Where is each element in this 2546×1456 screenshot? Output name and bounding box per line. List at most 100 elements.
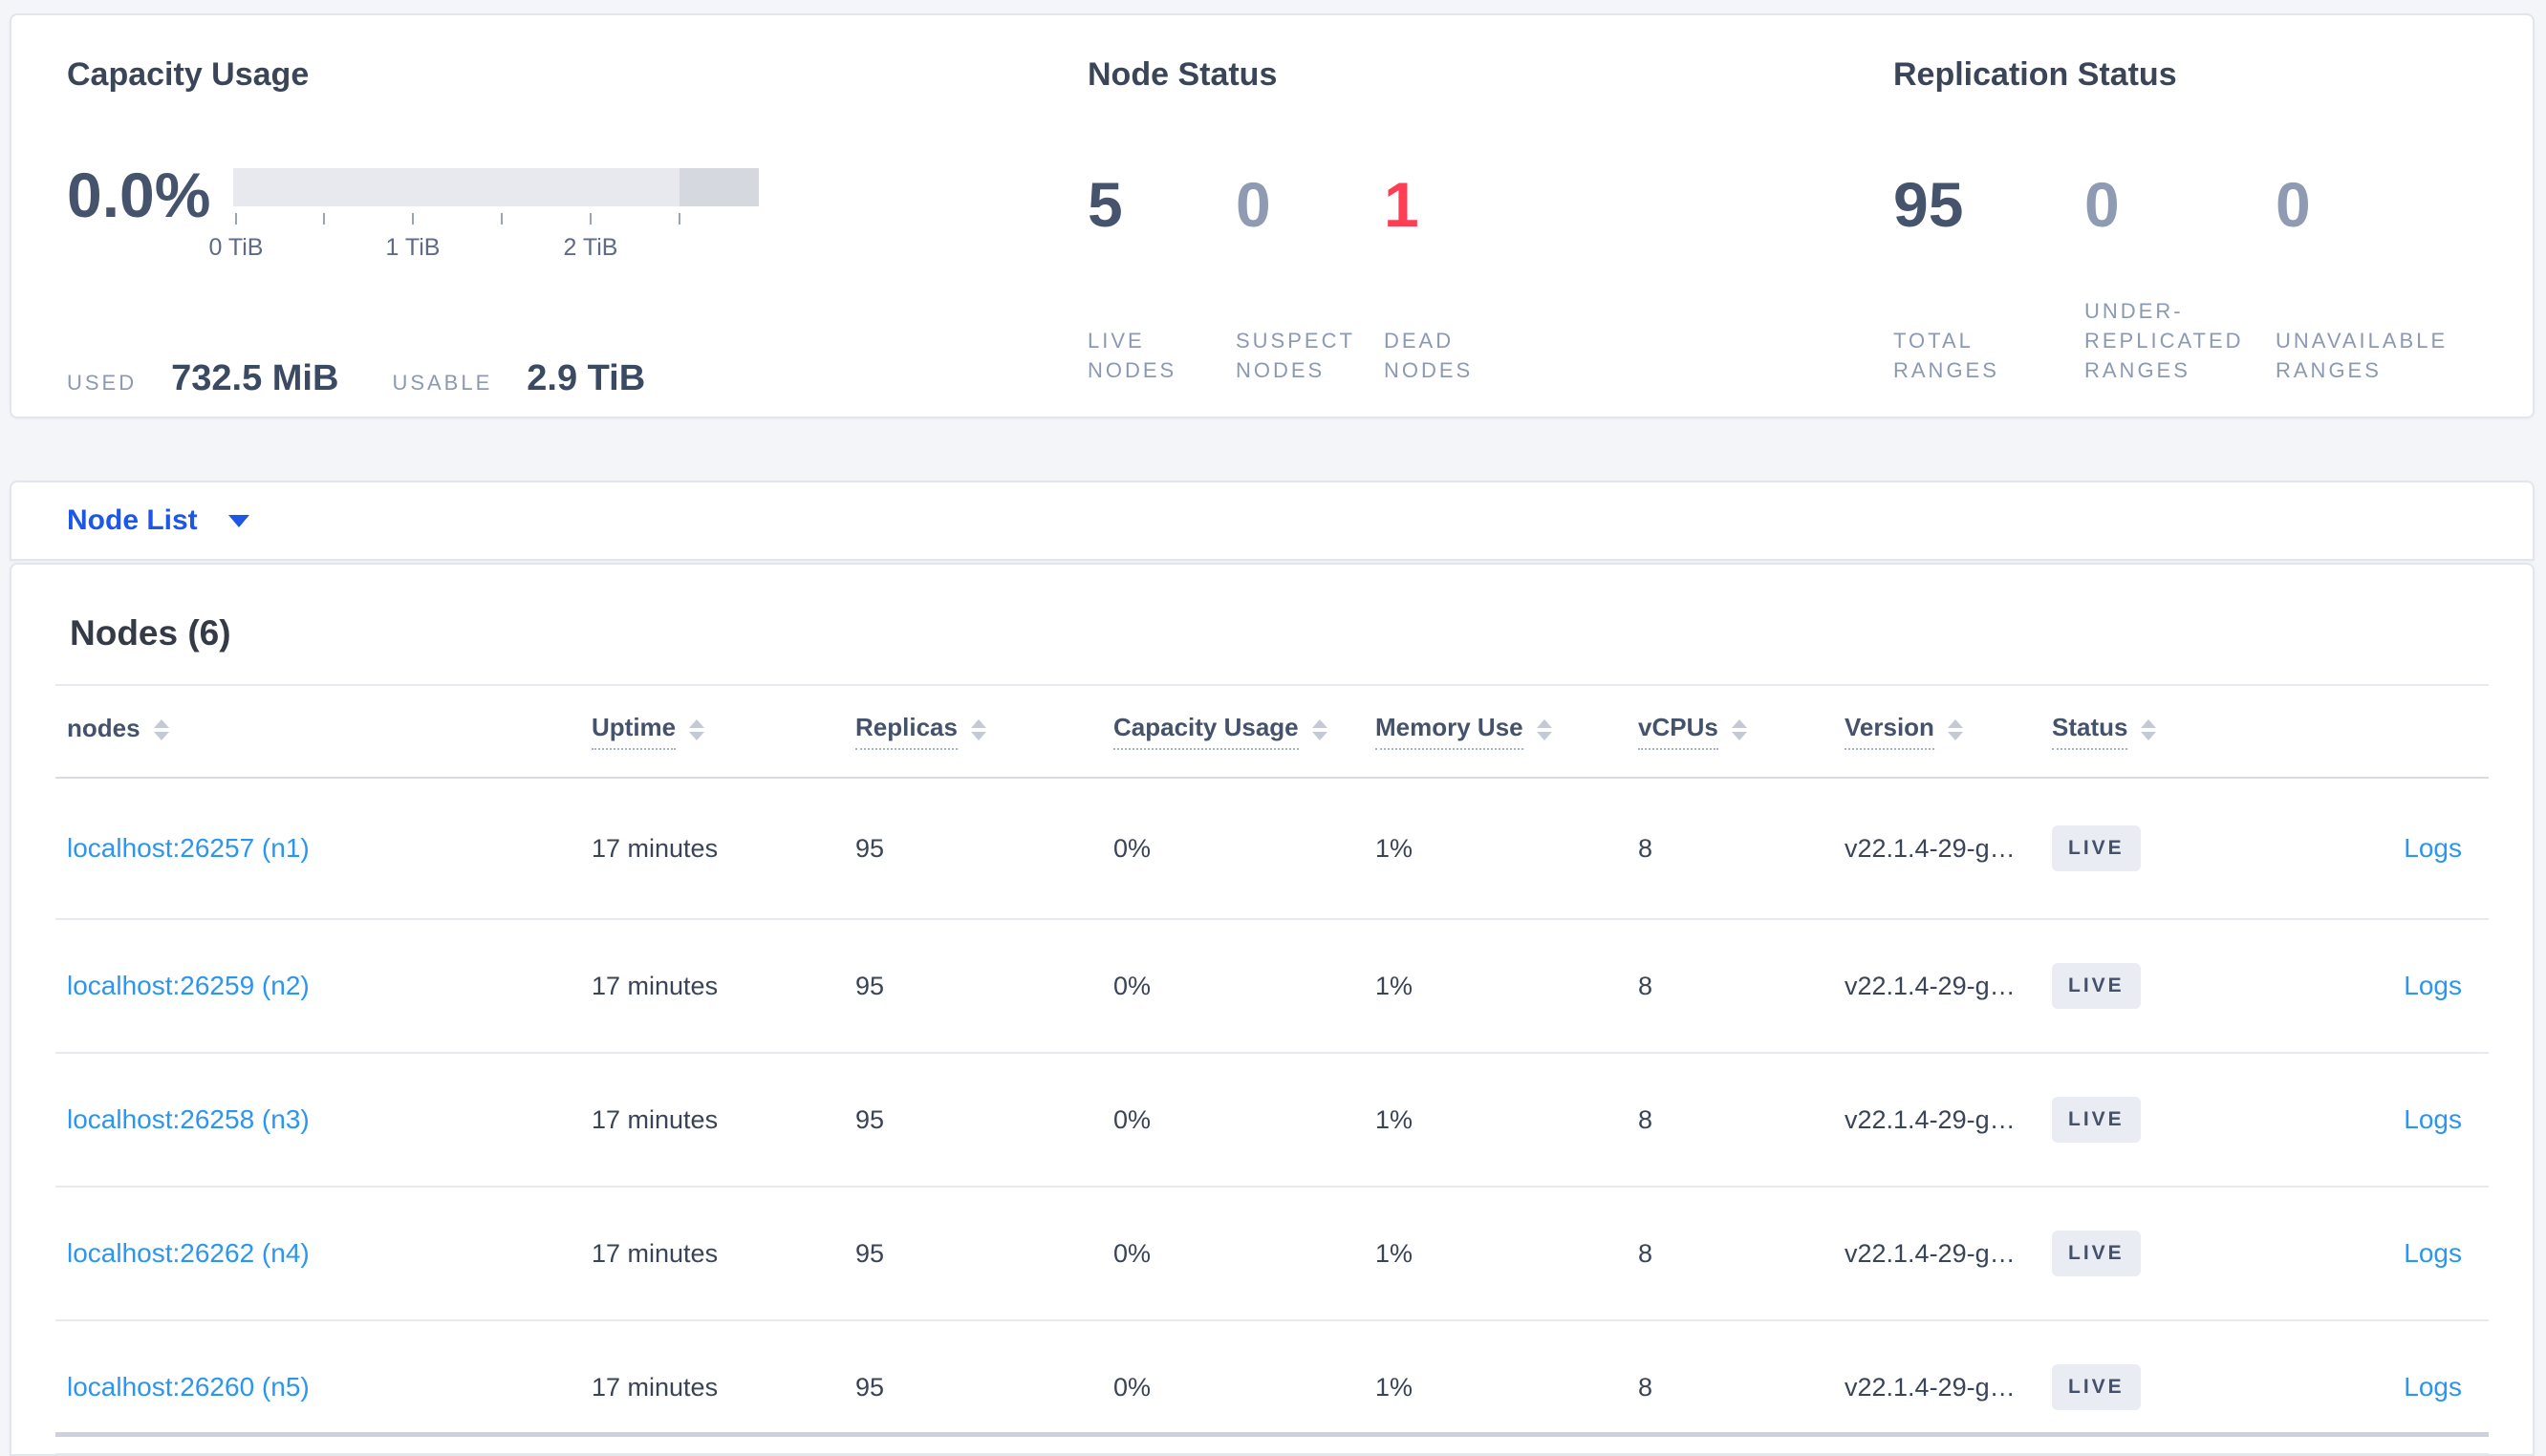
column-header-version[interactable]: Version — [1845, 713, 2052, 750]
view-selector-dropdown[interactable]: Node List — [10, 481, 2535, 561]
sort-icon[interactable] — [1731, 718, 1747, 740]
sort-icon[interactable] — [2141, 718, 2157, 740]
node-link[interactable]: localhost:26259 (n2) — [67, 971, 310, 1000]
table-row: localhost:26262 (n4) 17 minutes 95 0% 1%… — [55, 1188, 2489, 1321]
node-status-title: Node Status — [1088, 56, 1278, 93]
under-replicated-ranges-count: 0 — [2084, 169, 2120, 240]
vcpus-cell: 8 — [1638, 833, 1653, 863]
capacity-cell: 0% — [1113, 971, 1152, 1000]
replication-status-panel: Replication Status 95 0 0 TOTAL RANGES U… — [1884, 15, 2533, 417]
bottom-scroll-rule — [55, 1432, 2489, 1437]
table-row: localhost:26257 (n1) 17 minutes 95 0% 1%… — [55, 779, 2489, 920]
status-badge: LIVE — [2052, 825, 2141, 871]
unavailable-ranges-label: UNAVAILABLE RANGES — [2276, 329, 2449, 382]
column-header-capacity-usage[interactable]: Capacity Usage — [1113, 713, 1375, 750]
version-cell: v22.1.4-29-g… — [1845, 1372, 2016, 1402]
vcpus-cell: 8 — [1638, 971, 1653, 1000]
sort-icon[interactable] — [689, 718, 705, 740]
status-badge: LIVE — [2052, 1097, 2141, 1143]
tick-label-2: 2 TiB — [563, 234, 618, 261]
column-header-memory-use[interactable]: Memory Use — [1375, 713, 1638, 750]
column-header-uptime[interactable]: Uptime — [592, 713, 855, 750]
replicas-cell: 95 — [855, 1372, 885, 1402]
uptime-cell: 17 minutes — [592, 1104, 719, 1134]
used-value: 732.5 MiB — [171, 358, 339, 398]
dead-nodes-count: 1 — [1384, 169, 1419, 240]
node-link[interactable]: localhost:26258 (n3) — [67, 1104, 310, 1134]
capacity-cell: 0% — [1113, 1372, 1152, 1402]
version-cell: v22.1.4-29-g… — [1845, 1238, 2016, 1268]
replicas-cell: 95 — [855, 1104, 885, 1134]
vcpus-cell: 8 — [1638, 1104, 1653, 1134]
table-row: localhost:26258 (n3) 17 minutes 95 0% 1%… — [55, 1054, 2489, 1188]
cluster-summary-card: Capacity Usage 0.0% 0 TiB 1 TiB 2 TiB US… — [10, 13, 2535, 418]
under-replicated-ranges-label: UNDER-REPLICATED RANGES — [2084, 299, 2244, 382]
replicas-cell: 95 — [855, 1238, 885, 1268]
memory-cell: 1% — [1375, 971, 1413, 1000]
sort-icon[interactable] — [1311, 718, 1327, 740]
uptime-cell: 17 minutes — [592, 1238, 719, 1268]
uptime-cell: 17 minutes — [592, 971, 719, 1000]
logs-link[interactable]: Logs — [2404, 1238, 2462, 1268]
total-ranges-count: 95 — [1893, 169, 1964, 240]
used-label: USED — [67, 371, 138, 395]
nodes-table-title: Nodes (6) — [70, 613, 231, 653]
replicas-cell: 95 — [855, 833, 885, 863]
logs-link[interactable]: Logs — [2404, 1372, 2462, 1402]
unavailable-ranges-count: 0 — [2276, 169, 2311, 240]
view-selector-label[interactable]: Node List — [67, 504, 198, 537]
dead-nodes-label: DEAD NODES — [1384, 329, 1474, 382]
tick-label-1: 1 TiB — [385, 234, 441, 261]
vcpus-cell: 8 — [1638, 1238, 1653, 1268]
capacity-bar — [233, 168, 759, 206]
capacity-axis-ticks — [233, 213, 759, 230]
logs-link[interactable]: Logs — [2404, 833, 2462, 863]
memory-cell: 1% — [1375, 1372, 1413, 1402]
node-link[interactable]: localhost:26262 (n4) — [67, 1238, 310, 1268]
nodes-table-card: Nodes (6) nodes Uptime Replicas Capacity… — [10, 563, 2535, 1456]
capacity-cell: 0% — [1113, 833, 1152, 863]
logs-link[interactable]: Logs — [2404, 1104, 2462, 1134]
logs-link[interactable]: Logs — [2404, 971, 2462, 1000]
sort-icon[interactable] — [153, 718, 169, 740]
version-cell: v22.1.4-29-g… — [1845, 971, 2016, 1000]
capacity-bar-end-segment — [680, 168, 759, 206]
sort-icon[interactable] — [1947, 718, 1963, 740]
suspect-nodes-label: SUSPECT NODES — [1236, 329, 1355, 382]
node-link[interactable]: localhost:26260 (n5) — [67, 1372, 310, 1402]
column-header-status[interactable]: Status — [2052, 713, 2315, 750]
total-ranges-label: TOTAL RANGES — [1893, 329, 1999, 382]
status-badge: LIVE — [2052, 963, 2141, 1009]
usable-label: USABLE — [392, 371, 493, 395]
version-cell: v22.1.4-29-g… — [1845, 833, 2016, 863]
status-badge: LIVE — [2052, 1231, 2141, 1276]
capacity-stats: USED 732.5 MiB USABLE 2.9 TiB — [67, 358, 1078, 399]
vcpus-cell: 8 — [1638, 1372, 1653, 1402]
sort-icon[interactable] — [1536, 718, 1552, 740]
column-header-nodes[interactable]: nodes — [67, 714, 592, 749]
replicas-cell: 95 — [855, 971, 885, 1000]
column-header-vcpus[interactable]: vCPUs — [1638, 713, 1845, 750]
table-header-row: nodes Uptime Replicas Capacity Usage Mem… — [55, 686, 2489, 779]
memory-cell: 1% — [1375, 1104, 1413, 1134]
column-header-replicas[interactable]: Replicas — [855, 713, 1113, 750]
capacity-usage-panel: Capacity Usage 0.0% 0 TiB 1 TiB 2 TiB US… — [11, 15, 1078, 417]
live-nodes-label: LIVE NODES — [1088, 329, 1177, 382]
live-nodes-count: 5 — [1088, 169, 1123, 240]
replication-status-title: Replication Status — [1893, 56, 2177, 93]
status-badge: LIVE — [2052, 1364, 2141, 1410]
capacity-axis-labels: 0 TiB 1 TiB 2 TiB — [209, 234, 759, 263]
suspect-nodes-count: 0 — [1236, 169, 1271, 240]
uptime-cell: 17 minutes — [592, 833, 719, 863]
memory-cell: 1% — [1375, 1238, 1413, 1268]
chevron-down-icon — [227, 514, 249, 527]
capacity-usage-title: Capacity Usage — [67, 56, 310, 93]
node-status-panel: Node Status 5 0 1 LIVE NODES SUSPECT NOD… — [1078, 15, 1884, 417]
table-row: localhost:26259 (n2) 17 minutes 95 0% 1%… — [55, 920, 2489, 1054]
sort-icon[interactable] — [970, 718, 986, 740]
uptime-cell: 17 minutes — [592, 1372, 719, 1402]
usable-value: 2.9 TiB — [527, 358, 646, 398]
version-cell: v22.1.4-29-g… — [1845, 1104, 2016, 1134]
node-link[interactable]: localhost:26257 (n1) — [67, 833, 310, 863]
memory-cell: 1% — [1375, 833, 1413, 863]
